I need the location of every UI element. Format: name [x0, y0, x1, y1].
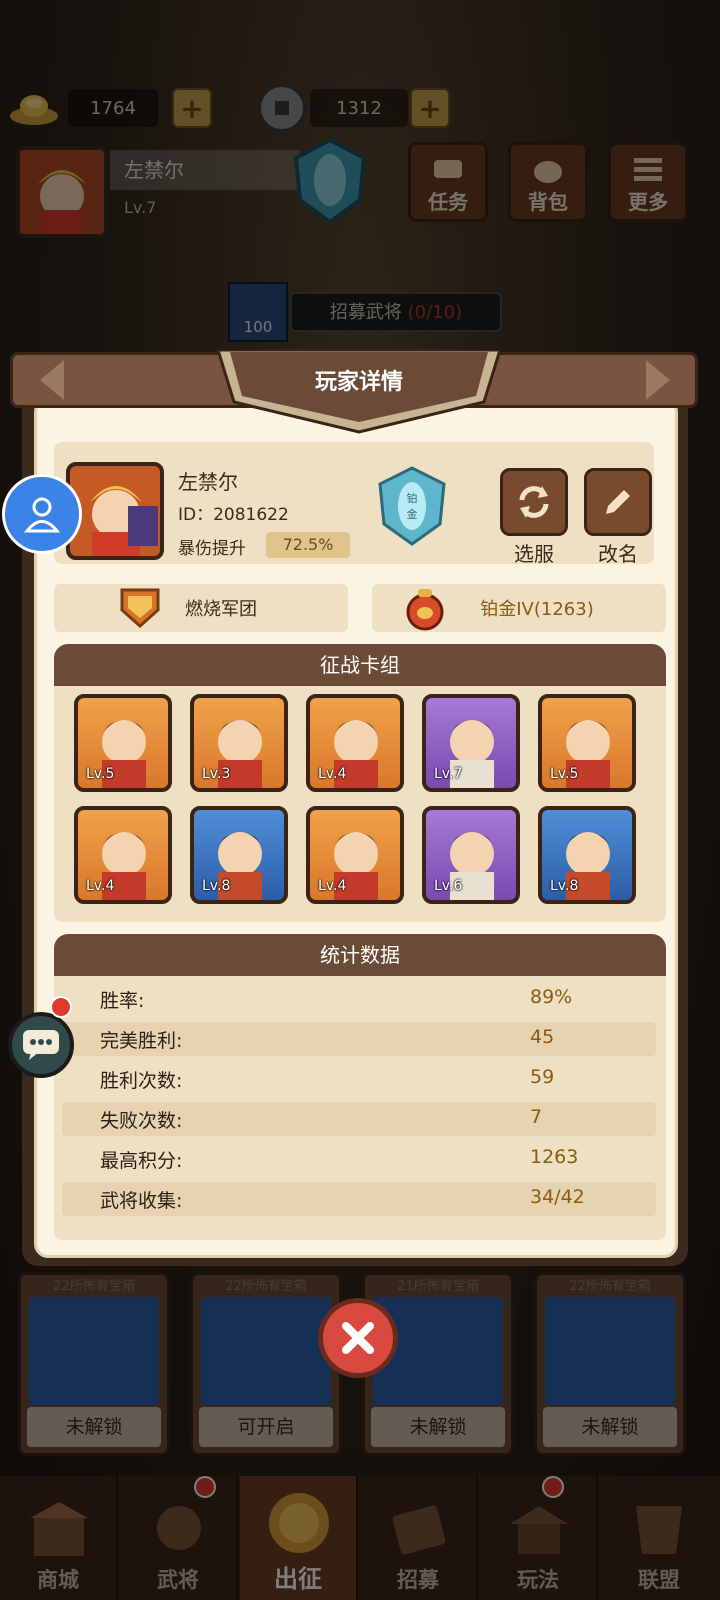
svg-text:铂: 铂 — [407, 491, 418, 505]
hero-card[interactable]: Lv.5 — [74, 694, 172, 792]
stat-label: 武将收集: — [100, 1190, 183, 1212]
stat-value: 34/42 — [530, 1186, 585, 1208]
hero-level: Lv.5 — [86, 766, 115, 782]
right-arrow-icon — [646, 360, 670, 400]
platinum-rank-icon: 铂 金 — [378, 466, 446, 546]
shield-icon — [120, 588, 160, 629]
chat-button[interactable] — [8, 1012, 74, 1078]
stat-value: 1263 — [530, 1146, 579, 1168]
hero-card[interactable]: Lv.4 — [306, 806, 404, 904]
hero-level: Lv.8 — [202, 878, 231, 894]
crit-damage-value: 72.5% — [266, 532, 350, 558]
chat-notification-dot — [50, 996, 72, 1018]
chat-bubble-icon — [23, 1030, 59, 1060]
rank-label: 铂金IV(1263) — [480, 599, 594, 620]
dialog-title: 玩家详情 — [314, 370, 403, 395]
stat-label: 完美胜利: — [100, 1030, 183, 1052]
stat-row-highest-score: 最高积分: 1263 — [62, 1142, 656, 1176]
rename-button[interactable] — [584, 468, 652, 536]
hero-card[interactable]: Lv.8 — [190, 806, 288, 904]
rename-label: 改名 — [598, 542, 638, 566]
deck-header: 征战卡组 — [54, 644, 666, 686]
stat-value: 45 — [530, 1026, 555, 1048]
svg-text:金: 金 — [407, 507, 418, 521]
hero-level: Lv.4 — [318, 766, 347, 782]
hero-card[interactable]: Lv.7 — [422, 694, 520, 792]
stat-label: 失败次数: — [100, 1110, 183, 1132]
refresh-icon — [519, 486, 549, 518]
stat-label: 最高积分: — [100, 1150, 183, 1172]
hero-card[interactable]: Lv.8 — [538, 806, 636, 904]
stat-row-perfect-wins: 完美胜利: 45 — [62, 1022, 656, 1056]
guild-tag[interactable]: 燃烧军团 — [54, 584, 348, 632]
hero-level: Lv.8 — [550, 878, 579, 894]
profile-name: 左禁尔 — [178, 470, 238, 494]
stat-value: 7 — [530, 1106, 543, 1128]
close-icon — [342, 1322, 374, 1354]
hero-card[interactable]: Lv.5 — [538, 694, 636, 792]
stat-row-losses: 失败次数: 7 — [62, 1102, 656, 1136]
hero-level: Lv.3 — [202, 766, 231, 782]
hero-portrait-icon — [90, 486, 158, 556]
user-icon — [23, 497, 61, 533]
stat-value: 59 — [530, 1066, 555, 1088]
left-arrow-icon — [40, 360, 64, 400]
hero-level: Lv.5 — [550, 766, 579, 782]
close-button[interactable] — [318, 1298, 398, 1378]
hero-level: Lv.4 — [318, 878, 347, 894]
guild-name: 燃烧军团 — [185, 599, 257, 620]
profile-id: ID：2081622 — [178, 505, 289, 525]
stat-label: 胜率: — [100, 990, 145, 1012]
hero-card[interactable]: Lv.4 — [74, 806, 172, 904]
stat-value: 89% — [530, 986, 573, 1008]
rank-tag[interactable]: 铂金IV(1263) — [372, 584, 666, 632]
stat-row-win-rate: 胜率: 89% — [62, 982, 656, 1016]
hero-level: Lv.7 — [434, 766, 463, 782]
hero-card[interactable]: Lv.4 — [306, 694, 404, 792]
hero-card[interactable]: Lv.3 — [190, 694, 288, 792]
crit-damage-label: 暴伤提升 — [178, 539, 246, 559]
select-server-label: 选服 — [514, 542, 554, 566]
customer-service-button[interactable] — [2, 474, 82, 554]
stats-header: 统计数据 — [54, 934, 666, 976]
stat-row-wins: 胜利次数: 59 — [62, 1062, 656, 1096]
hero-card[interactable]: Lv.6 — [422, 806, 520, 904]
money-bag-icon — [406, 589, 444, 631]
select-server-button[interactable] — [500, 468, 568, 536]
pencil-icon — [606, 490, 630, 514]
stat-label: 胜利次数: — [100, 1070, 183, 1092]
stat-row-collection: 武将收集: 34/42 — [62, 1182, 656, 1216]
hero-level: Lv.4 — [86, 878, 115, 894]
hero-level: Lv.6 — [434, 878, 463, 894]
